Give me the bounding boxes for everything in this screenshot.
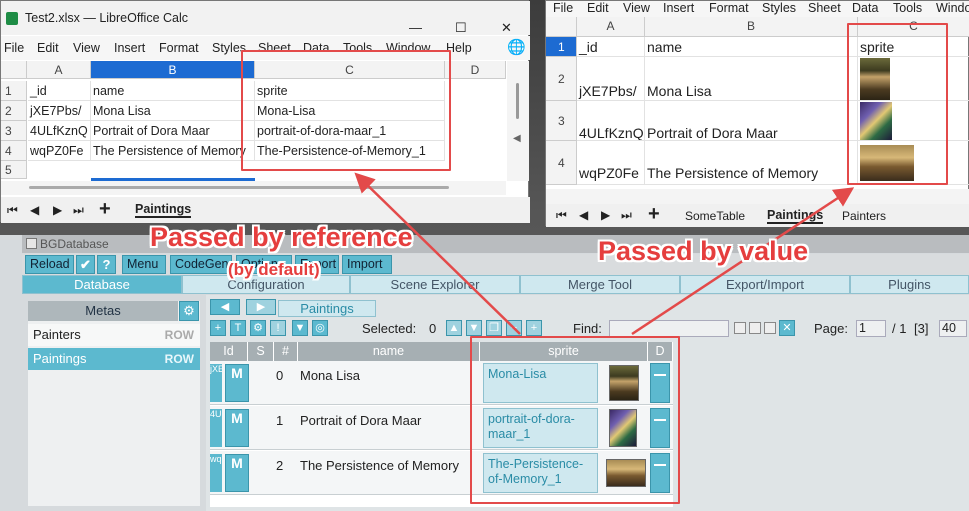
- arrow-to-reference: [354, 172, 521, 335]
- by-default-label: (by default): [228, 260, 320, 279]
- passed-by-value-label: Passed by value: [598, 236, 809, 266]
- passed-by-reference-label: Passed by reference: [150, 222, 413, 252]
- annotation-arrows: [354, 172, 855, 336]
